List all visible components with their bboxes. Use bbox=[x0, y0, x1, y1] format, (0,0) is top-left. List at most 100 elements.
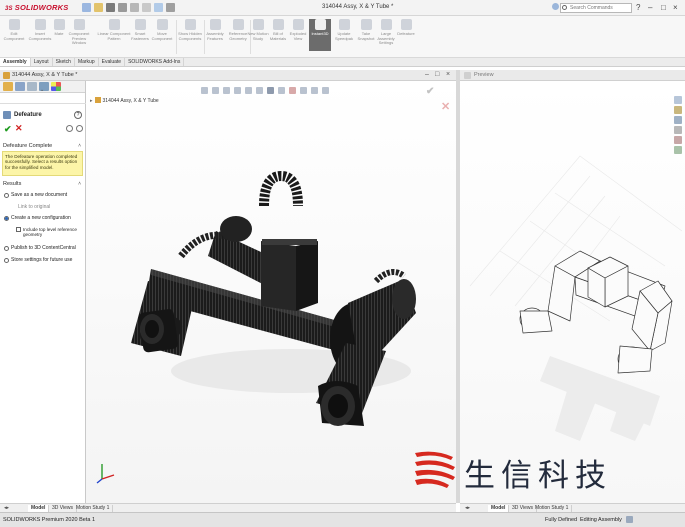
file-explorer-icon[interactable] bbox=[674, 116, 682, 124]
property-manager-tab-icon[interactable] bbox=[15, 82, 25, 91]
linear-component-pattern-button[interactable]: Linear Component Pattern bbox=[96, 19, 132, 41]
save-new-document-radio[interactable]: Save as a new document bbox=[4, 192, 67, 198]
tab-model[interactable]: Model bbox=[28, 505, 50, 512]
design-library-icon[interactable] bbox=[674, 106, 682, 114]
solidworks-logo[interactable]: 3S SOLIDWORKS bbox=[5, 3, 68, 12]
exploded-view-icon bbox=[292, 19, 304, 30]
configuration-manager-tab-icon[interactable] bbox=[27, 82, 37, 91]
assembly-icon bbox=[3, 72, 10, 79]
update-speedpak-button[interactable]: Update Speedpak bbox=[332, 19, 356, 41]
display-manager-tab-icon[interactable] bbox=[51, 82, 61, 91]
ok-button[interactable]: ✔ bbox=[4, 124, 12, 135]
search-commands-input[interactable]: Search Commands bbox=[560, 3, 632, 13]
radio-icon bbox=[4, 192, 9, 198]
feature-manager-tab-icon[interactable] bbox=[3, 82, 13, 91]
rebuild-icon[interactable] bbox=[154, 3, 164, 12]
property-manager-title: Defeature bbox=[14, 112, 42, 118]
cancel-button[interactable]: ✕ bbox=[15, 123, 23, 134]
message-group-header[interactable]: Defeature Complete ˄ bbox=[3, 143, 83, 149]
smart-fasteners-icon bbox=[134, 19, 146, 30]
store-settings-radio[interactable]: Store settings for future use bbox=[4, 257, 72, 263]
tab-motion-study-1[interactable]: Motion Study 1 bbox=[532, 505, 573, 512]
print-icon[interactable] bbox=[118, 3, 128, 12]
tab-layout[interactable]: Layout bbox=[31, 58, 53, 66]
publish-3d-contentcentral-radio[interactable]: Publish to 3D ContentCentral bbox=[4, 245, 76, 251]
open-folder-icon[interactable] bbox=[94, 3, 104, 12]
product-version: SOLIDWORKS Premium 2020 Beta 1 bbox=[3, 517, 96, 523]
preview-icon bbox=[464, 72, 471, 79]
exploded-view-button[interactable]: Exploded View bbox=[286, 19, 310, 41]
tab-model[interactable]: Model bbox=[488, 505, 510, 512]
customize-icon[interactable] bbox=[626, 516, 633, 523]
close-button[interactable]: × bbox=[673, 3, 678, 12]
tab-markup[interactable]: Markup bbox=[75, 58, 99, 66]
tab-scroll-arrows-icon[interactable]: ◂▸ bbox=[465, 505, 470, 511]
window-restore-button[interactable]: □ bbox=[435, 71, 439, 78]
checkbox-icon bbox=[16, 227, 21, 232]
speedpak-icon bbox=[338, 19, 350, 30]
window-close-button[interactable]: × bbox=[446, 71, 450, 78]
minimize-button[interactable]: – bbox=[648, 3, 652, 12]
move-component-icon bbox=[156, 19, 168, 30]
assembly-features-button[interactable]: Assembly Features bbox=[203, 19, 227, 41]
new-document-icon[interactable] bbox=[82, 3, 92, 12]
help-icon[interactable]: ? bbox=[636, 3, 640, 12]
instant3d-icon bbox=[314, 19, 326, 30]
move-component-button[interactable]: Move Component bbox=[150, 19, 174, 41]
editing-mode: Editing Assembly bbox=[580, 517, 622, 523]
tab-evaluate[interactable]: Evaluate bbox=[99, 58, 126, 66]
property-manager: ⌄ Defeature ? ✔ ✕ Defeature Complete ˄ Th… bbox=[0, 81, 86, 503]
preview-window-header: Preview bbox=[460, 70, 685, 81]
message-box: The Defeature operation completed succes… bbox=[2, 151, 83, 176]
ribbon-separator bbox=[176, 20, 177, 54]
radio-icon bbox=[4, 257, 9, 263]
tab-motion-study-1[interactable]: Motion Study 1 bbox=[73, 505, 114, 512]
undo-icon[interactable] bbox=[130, 3, 140, 12]
title-bar: 3S SOLIDWORKS 314044 Assy, X & Y Tube * S… bbox=[0, 0, 685, 16]
panel-collapse-icon[interactable]: ⌄ bbox=[40, 87, 44, 93]
link-to-original-option: Link to original bbox=[18, 204, 51, 210]
graphics-area[interactable]: ▸ 314044 Assy, X & Y Tube ✔ ✕ bbox=[86, 81, 456, 503]
linear-pattern-icon bbox=[108, 19, 120, 30]
tab-addins[interactable]: SOLIDWORKS Add-Ins bbox=[125, 58, 185, 66]
edit-component-icon bbox=[8, 19, 20, 30]
home-icon[interactable] bbox=[552, 3, 559, 10]
insert-components-icon bbox=[34, 19, 46, 30]
back-icon[interactable] bbox=[66, 125, 73, 132]
tab-scroll-arrows-icon[interactable]: ◂▸ bbox=[4, 505, 9, 511]
options-gear-icon[interactable] bbox=[166, 3, 176, 12]
preview-graphics-area[interactable] bbox=[460, 81, 685, 503]
help-icon[interactable]: ? bbox=[74, 111, 82, 119]
component-preview-icon bbox=[73, 19, 85, 30]
document-window-header: 314044 Assy, X & Y Tube * – □ × bbox=[0, 70, 456, 81]
mate-icon bbox=[53, 19, 65, 30]
bottom-tabs-right: ◂▸ Model 3D Views Motion Study 1 bbox=[460, 503, 685, 512]
window-minimize-button[interactable]: – bbox=[425, 71, 429, 78]
restore-button[interactable]: □ bbox=[661, 3, 666, 12]
custom-properties-icon[interactable] bbox=[674, 146, 682, 154]
view-palette-icon[interactable] bbox=[674, 126, 682, 134]
smart-fasteners-button[interactable]: Smart Fasteners bbox=[128, 19, 152, 41]
select-icon[interactable] bbox=[142, 3, 152, 12]
watermark-text: 生信科技 bbox=[464, 458, 612, 494]
solidworks-resources-icon[interactable] bbox=[674, 96, 682, 104]
appearances-icon[interactable] bbox=[674, 136, 682, 144]
bill-of-materials-icon bbox=[272, 19, 284, 30]
command-tabs: Assembly Layout Sketch Markup Evaluate S… bbox=[0, 58, 685, 67]
tab-assembly[interactable]: Assembly bbox=[0, 58, 31, 66]
defeature-button[interactable]: Defeature bbox=[394, 19, 418, 37]
insert-components-button[interactable]: Insert Components bbox=[28, 19, 52, 41]
collapse-chevron-icon: ˄ bbox=[78, 143, 81, 149]
center-carriage bbox=[261, 239, 318, 311]
edit-component-button[interactable]: Edit Component bbox=[2, 19, 26, 41]
results-group-header[interactable]: Results ˄ bbox=[3, 181, 83, 187]
include-top-level-checkbox[interactable]: Include top level reference geometry bbox=[16, 227, 79, 237]
tab-sketch[interactable]: Sketch bbox=[53, 58, 75, 66]
instant3d-button[interactable]: Instant3D bbox=[309, 19, 331, 51]
component-preview-window-button[interactable]: Component Preview Window bbox=[67, 19, 91, 46]
show-hidden-components-button[interactable]: Show Hidden Components bbox=[178, 19, 202, 41]
forward-icon[interactable] bbox=[76, 125, 83, 132]
create-new-configuration-radio[interactable]: Create a new configuration bbox=[4, 215, 71, 221]
mate-button[interactable]: Mate bbox=[50, 19, 68, 37]
save-icon[interactable] bbox=[106, 3, 116, 12]
